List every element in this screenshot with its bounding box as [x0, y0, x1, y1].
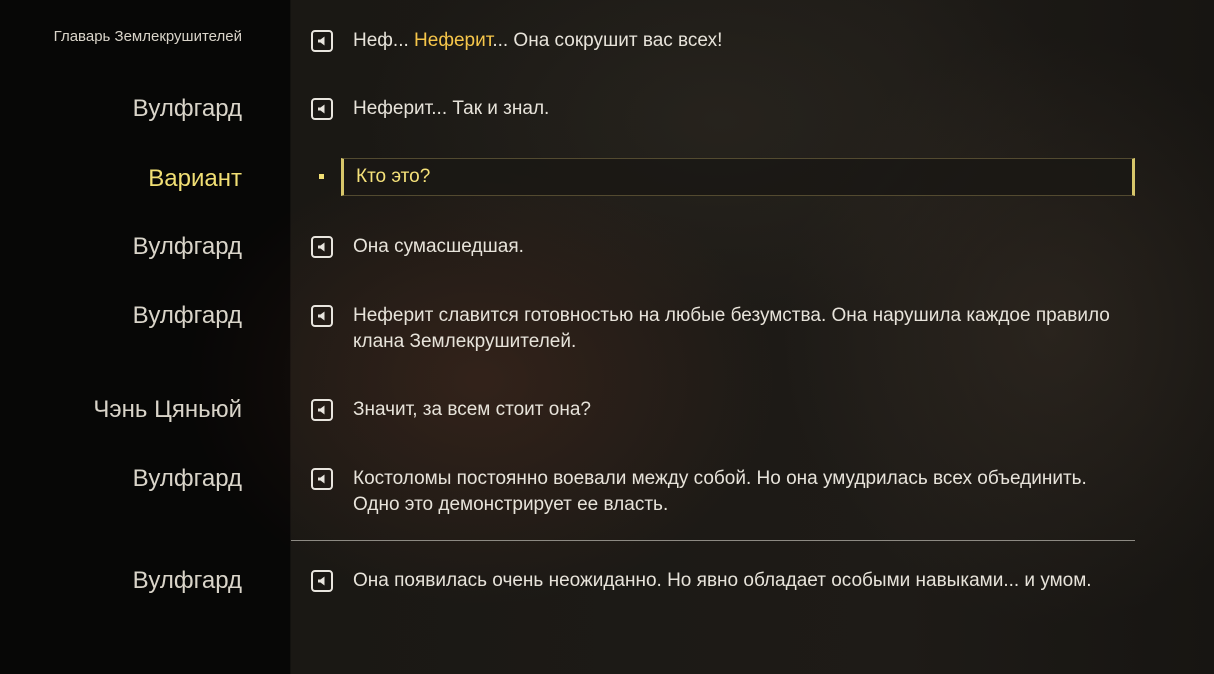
speaker-icon[interactable]: [311, 236, 333, 258]
speaker-name: Главарь Землекрушителей: [53, 28, 242, 45]
speaker-name: Вулфгард: [132, 567, 242, 594]
speaker-name: Чэнь Цяньюй: [93, 396, 242, 423]
dialogue-text: Значит, за всем стоит она?: [353, 399, 591, 420]
dialogue-log[interactable]: Главарь Землекрушителей Неф... Неферит..…: [0, 0, 1214, 674]
dialogue-text: Она сумасшедшая.: [353, 236, 524, 257]
speaker-name: Вулфгард: [132, 302, 242, 329]
dialogue-text: Неферит славится готовностью на любые бе…: [353, 305, 1110, 352]
speaker-name: Вулфгард: [132, 465, 242, 492]
highlighted-name: Неферит: [414, 30, 493, 51]
option-bullet: [319, 174, 324, 179]
option-box[interactable]: Кто это?: [341, 158, 1135, 196]
dialogue-text: Неф... Неферит... Она сокрушит вас всех!: [353, 28, 1133, 54]
section-divider: [291, 540, 1135, 541]
dialogue-text: Она появилась очень неожиданно. Но явно …: [353, 570, 1092, 591]
speaker-icon[interactable]: [311, 468, 333, 490]
speaker-icon[interactable]: [311, 399, 333, 421]
text-part: ... Она сокрушит вас всех!: [492, 30, 723, 51]
option-label: Вариант: [148, 165, 242, 192]
option-text: Кто это?: [356, 166, 431, 187]
speaker-name: Вулфгард: [132, 233, 242, 260]
speaker-name: Вулфгард: [132, 95, 242, 122]
speaker-icon[interactable]: [311, 305, 333, 327]
speaker-icon[interactable]: [311, 570, 333, 592]
dialogue-text: Неферит... Так и знал.: [353, 98, 550, 119]
dialogue-text: Костоломы постоянно воевали между собой.…: [353, 468, 1087, 515]
speaker-icon[interactable]: [311, 30, 333, 52]
speaker-icon[interactable]: [311, 98, 333, 120]
text-part: Неф...: [353, 30, 415, 51]
